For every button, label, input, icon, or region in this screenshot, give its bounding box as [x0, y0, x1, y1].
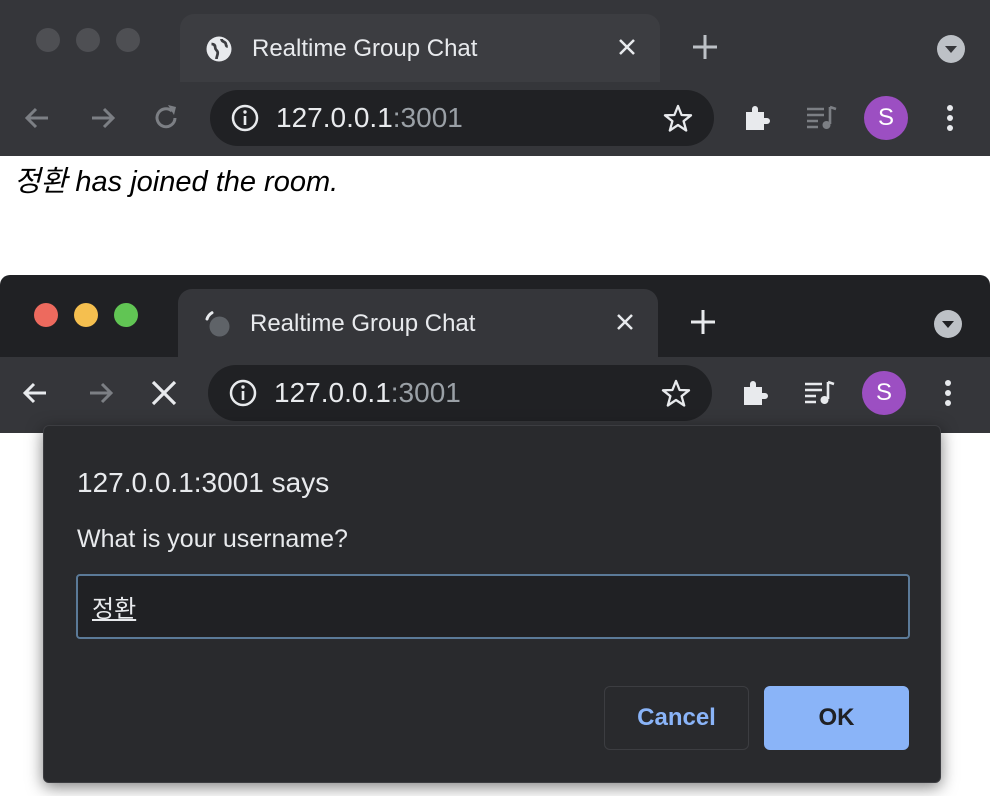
kebab-menu-icon[interactable] — [930, 375, 966, 411]
extensions-puzzle-icon[interactable] — [740, 100, 776, 136]
extensions-puzzle-icon[interactable] — [738, 375, 774, 411]
profile-avatar[interactable]: S — [864, 96, 908, 140]
toolbar: 127.0.0.1:3001 S — [0, 82, 990, 156]
forward-arrow-icon[interactable] — [84, 100, 120, 136]
page-content: 정환 has joined the room. — [0, 156, 990, 275]
toolbar: 127.0.0.1:3001 S — [0, 357, 990, 433]
loading-spinner-icon — [202, 309, 232, 339]
back-browser-window: Realtime Group Chat 127.0.0.1:3001 S 정환 … — [0, 0, 990, 275]
close-window-button[interactable] — [36, 28, 60, 52]
ok-button[interactable]: OK — [764, 686, 909, 750]
media-control-icon[interactable] — [802, 375, 838, 411]
dialog-title: 127.0.0.1:3001 says — [77, 467, 330, 498]
forward-arrow-icon[interactable] — [82, 375, 118, 411]
globe-icon — [204, 34, 234, 64]
join-message: 정환 has joined the room. — [14, 166, 339, 198]
new-tab-plus-icon[interactable] — [688, 30, 722, 64]
media-control-icon[interactable] — [804, 100, 840, 136]
stop-loading-icon[interactable] — [146, 375, 182, 411]
username-input[interactable] — [76, 574, 910, 639]
bookmark-star-icon[interactable] — [662, 103, 694, 135]
url-text: 127.0.0.1:3001 — [276, 102, 463, 133]
close-window-button[interactable] — [34, 303, 58, 327]
address-bar[interactable]: 127.0.0.1:3001 — [208, 365, 712, 421]
bookmark-star-icon[interactable] — [660, 378, 692, 410]
back-arrow-icon[interactable] — [20, 100, 56, 136]
tab-realtime-group-chat[interactable]: Realtime Group Chat — [180, 14, 660, 82]
tab-strip: Realtime Group Chat — [0, 275, 990, 357]
tab-close-icon[interactable] — [612, 32, 642, 62]
site-info-icon[interactable] — [228, 378, 258, 408]
tab-search-chevron-icon[interactable] — [933, 309, 963, 339]
minimize-window-button[interactable] — [74, 303, 98, 327]
tab-search-chevron-icon[interactable] — [936, 34, 966, 64]
tab-title: Realtime Group Chat — [250, 310, 476, 337]
tab-close-icon[interactable] — [610, 307, 640, 337]
reload-icon[interactable] — [148, 100, 184, 136]
new-tab-plus-icon[interactable] — [686, 305, 720, 339]
profile-avatar[interactable]: S — [862, 371, 906, 415]
minimize-window-button[interactable] — [76, 28, 100, 52]
cancel-button[interactable]: Cancel — [604, 686, 749, 750]
url-text: 127.0.0.1:3001 — [274, 377, 461, 408]
back-arrow-icon[interactable] — [18, 375, 54, 411]
tab-strip: Realtime Group Chat — [0, 0, 990, 82]
zoom-window-button[interactable] — [116, 28, 140, 52]
prompt-dialog: 127.0.0.1:3001 says What is your usernam… — [43, 425, 941, 783]
dialog-message: What is your username? — [77, 525, 348, 553]
kebab-menu-icon[interactable] — [932, 100, 968, 136]
tab-title: Realtime Group Chat — [252, 35, 478, 62]
zoom-window-button[interactable] — [114, 303, 138, 327]
tab-realtime-group-chat[interactable]: Realtime Group Chat — [178, 289, 658, 357]
address-bar[interactable]: 127.0.0.1:3001 — [210, 90, 714, 146]
site-info-icon[interactable] — [230, 103, 260, 133]
